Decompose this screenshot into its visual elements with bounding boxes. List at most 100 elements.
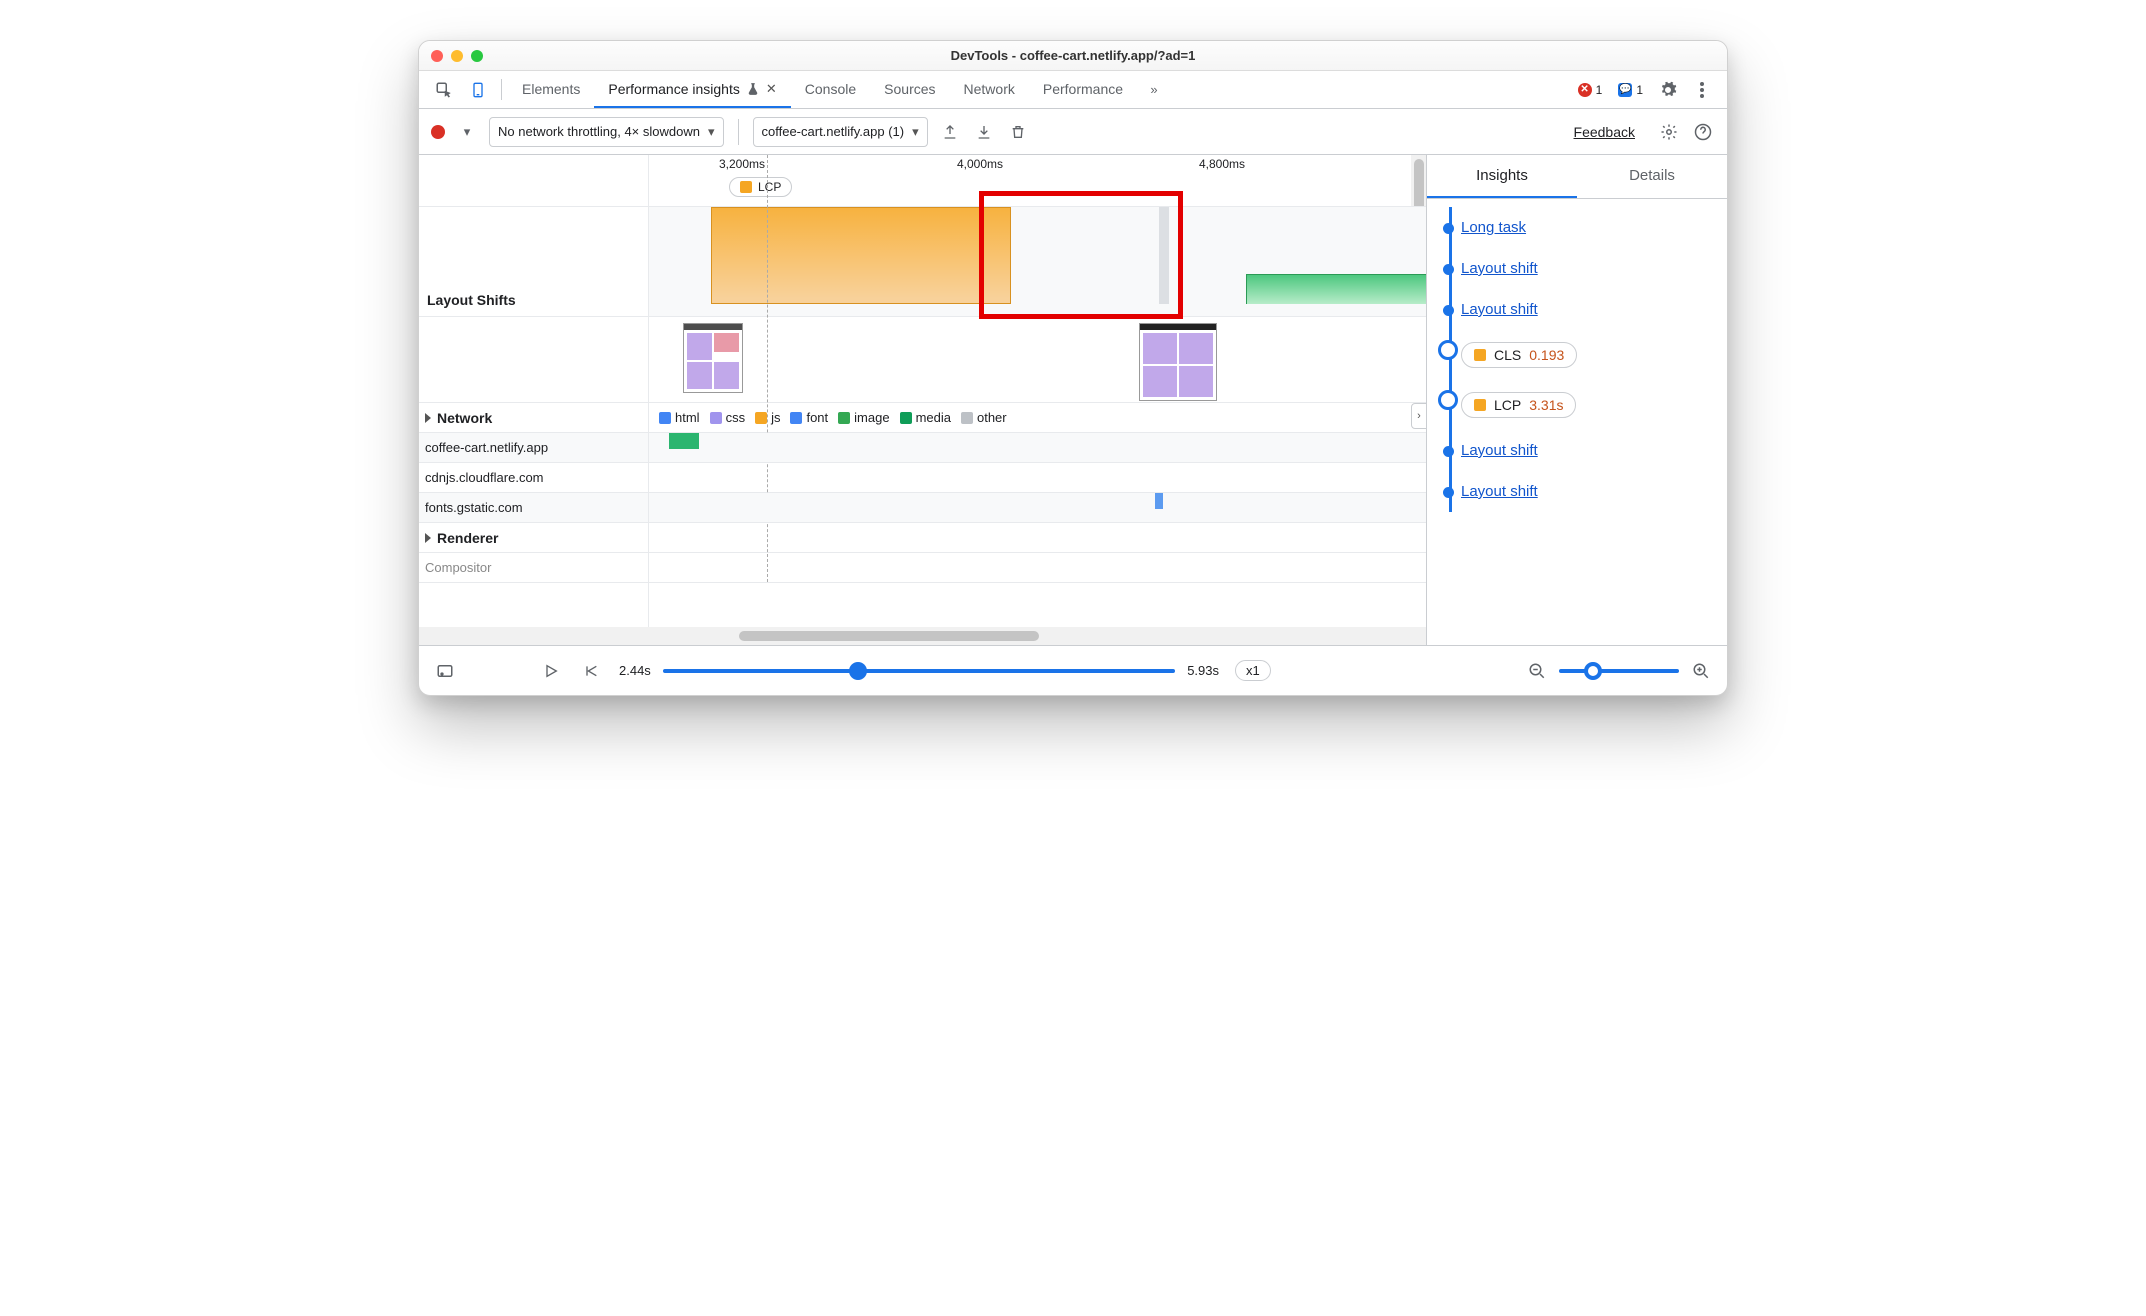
record-button[interactable] — [431, 125, 445, 139]
insights-sidebar: Insights Details Long task Layout shift — [1427, 155, 1727, 645]
timeline-tracks[interactable]: 3,200ms 4,000ms 4,800ms LCP — [649, 155, 1426, 627]
insight-link[interactable]: Long task — [1461, 219, 1526, 236]
insight-link[interactable]: Layout shift — [1461, 483, 1538, 500]
insight-item[interactable]: Layout shift — [1461, 248, 1723, 289]
tab-sources[interactable]: Sources — [870, 71, 949, 108]
row-label-renderer[interactable]: Renderer — [419, 523, 648, 553]
task-block[interactable] — [1159, 207, 1169, 304]
throttling-value: No network throttling, 4× slowdown — [498, 124, 700, 139]
filmstrip-frame[interactable] — [683, 323, 743, 393]
message-count: 1 — [1636, 83, 1643, 97]
recording-value: coffee-cart.netlify.app (1) — [762, 124, 905, 139]
slider-thumb-icon[interactable] — [849, 662, 867, 680]
play-icon[interactable] — [539, 663, 563, 679]
lcp-marker-badge[interactable]: LCP — [729, 177, 792, 197]
legend-swatch-icon — [659, 412, 671, 424]
timeline-metric-dot-icon — [1438, 340, 1458, 360]
playback-speed-chip[interactable]: x1 — [1235, 660, 1271, 681]
devtools-window: DevTools - coffee-cart.netlify.app/?ad=1… — [418, 40, 1728, 696]
row-label-layout-shifts: Layout Shifts — [419, 207, 648, 317]
layout-block[interactable] — [1246, 274, 1426, 304]
insight-link[interactable]: Layout shift — [1461, 301, 1538, 318]
maximize-window-icon[interactable] — [471, 50, 483, 62]
network-request-block[interactable] — [669, 433, 699, 449]
panel-settings-icon[interactable] — [1657, 123, 1681, 141]
ruler-tick: 3,200ms — [719, 157, 765, 171]
panel-tabstrip: Elements Performance insights ✕ Console … — [419, 71, 1727, 109]
inspect-element-icon[interactable] — [427, 71, 461, 108]
horizontal-scrollbar[interactable] — [419, 627, 1426, 645]
insight-item[interactable]: Layout shift — [1461, 471, 1723, 512]
filmstrip-track[interactable] — [649, 317, 1426, 403]
tab-console[interactable]: Console — [791, 71, 870, 108]
insight-metric-lcp[interactable]: LCP 3.31s — [1461, 380, 1723, 430]
long-task-block[interactable] — [711, 207, 1011, 304]
zoom-slider[interactable] — [1559, 669, 1679, 673]
export-icon[interactable] — [938, 124, 962, 140]
disclosure-triangle-icon — [425, 413, 431, 423]
insight-item[interactable]: Long task — [1461, 207, 1723, 248]
kebab-menu-icon[interactable] — [1685, 71, 1719, 108]
host-row-3[interactable]: fonts.gstatic.com — [419, 493, 648, 523]
host-row-1[interactable]: coffee-cart.netlify.app — [419, 433, 648, 463]
minimize-window-icon[interactable] — [451, 50, 463, 62]
import-icon[interactable] — [972, 124, 996, 140]
feedback-link[interactable]: Feedback — [1574, 124, 1635, 140]
renderer-track[interactable] — [649, 523, 1426, 553]
gutter-ruler-space — [419, 155, 648, 207]
tab-performance-insights[interactable]: Performance insights ✕ — [594, 71, 790, 108]
timeline-wrap: Layout Shifts Network coffee-cart.netlif… — [419, 155, 1426, 627]
settings-icon[interactable] — [1651, 71, 1685, 108]
insight-item[interactable]: Layout shift — [1461, 289, 1723, 330]
network-host-track-2[interactable] — [649, 463, 1426, 493]
insight-link[interactable]: Layout shift — [1461, 260, 1538, 277]
tab-elements[interactable]: Elements — [508, 71, 594, 108]
network-host-track-1[interactable] — [649, 433, 1426, 463]
gutter-filmstrip-space — [419, 317, 648, 403]
zoom-out-icon[interactable] — [1525, 662, 1549, 680]
help-icon[interactable] — [1691, 123, 1715, 141]
insight-metric-cls[interactable]: CLS 0.193 — [1461, 330, 1723, 380]
time-slider[interactable] — [663, 669, 1175, 673]
title-bar: DevTools - coffee-cart.netlify.app/?ad=1 — [419, 41, 1727, 71]
delete-icon[interactable] — [1006, 124, 1030, 140]
network-request-block[interactable] — [1155, 493, 1163, 509]
tab-network[interactable]: Network — [950, 71, 1029, 108]
row-label-compositor[interactable]: Compositor — [419, 553, 648, 583]
sidebar-tabs: Insights Details — [1427, 155, 1727, 199]
insight-item[interactable]: Layout shift — [1461, 430, 1723, 471]
message-dot-icon: 💬 — [1618, 83, 1632, 97]
experiment-icon — [746, 82, 760, 96]
main-track[interactable] — [649, 207, 1426, 317]
insights-list[interactable]: Long task Layout shift Layout shift — [1427, 199, 1727, 645]
legend-swatch-icon — [838, 412, 850, 424]
legend-swatch-icon — [900, 412, 912, 424]
tab-insights[interactable]: Insights — [1427, 155, 1577, 198]
recording-select[interactable]: coffee-cart.netlify.app (1) ▾ — [753, 117, 928, 147]
device-toolbar-icon[interactable] — [461, 71, 495, 108]
tab-performance[interactable]: Performance — [1029, 71, 1137, 108]
rewind-icon[interactable] — [579, 663, 603, 679]
record-dropdown-icon[interactable]: ▾ — [455, 124, 479, 140]
collapse-sidebar-icon[interactable]: › — [1411, 403, 1427, 429]
time-ruler[interactable]: 3,200ms 4,000ms 4,800ms LCP — [649, 155, 1426, 207]
more-tabs-icon[interactable]: » — [1137, 71, 1171, 108]
row-label-network[interactable]: Network — [419, 403, 648, 433]
slider-thumb-icon[interactable] — [1584, 662, 1602, 680]
network-host-track-3[interactable] — [649, 493, 1426, 523]
zoom-controls — [1525, 662, 1713, 680]
toggle-overview-icon[interactable] — [433, 662, 457, 680]
zoom-in-icon[interactable] — [1689, 662, 1713, 680]
error-dot-icon: ✕ — [1578, 83, 1592, 97]
throttling-select[interactable]: No network throttling, 4× slowdown ▾ — [489, 117, 724, 147]
close-window-icon[interactable] — [431, 50, 443, 62]
errors-badge[interactable]: ✕ 1 — [1574, 83, 1607, 97]
host-row-2[interactable]: cdnjs.cloudflare.com — [419, 463, 648, 493]
tab-details[interactable]: Details — [1577, 155, 1727, 198]
compositor-track[interactable] — [649, 553, 1426, 583]
close-tab-icon[interactable]: ✕ — [766, 81, 777, 97]
insight-link[interactable]: Layout shift — [1461, 442, 1538, 459]
messages-badge[interactable]: 💬 1 — [1614, 83, 1647, 97]
filmstrip-frame[interactable] — [1139, 323, 1217, 401]
ruler-tick: 4,800ms — [1199, 157, 1245, 171]
